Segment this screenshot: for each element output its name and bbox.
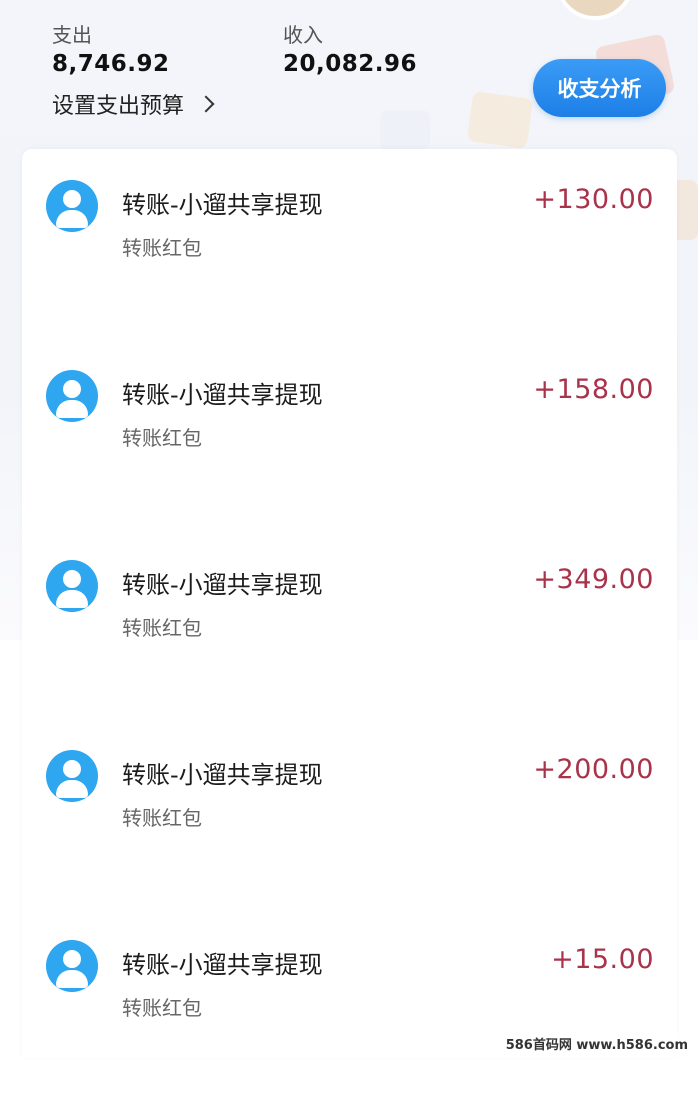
- transaction-title: 转账-小遛共享提现: [122, 191, 323, 219]
- transaction-title: 转账-小遛共享提现: [122, 951, 323, 979]
- transaction-amount: +200.00: [533, 754, 654, 785]
- user-avatar-icon: [46, 750, 98, 802]
- transaction-amount: +15.00: [551, 944, 654, 975]
- transaction-row[interactable]: 转账-小遛共享提现 转账红包 +15.00: [22, 909, 677, 1099]
- transaction-row[interactable]: 转账-小遛共享提现 转账红包 +130.00: [22, 149, 677, 339]
- income-expense-analysis-button[interactable]: 收支分析: [533, 59, 666, 117]
- transaction-amount: +158.00: [533, 374, 654, 405]
- user-avatar-icon: [46, 940, 98, 992]
- set-budget-label: 设置支出预算: [52, 94, 185, 119]
- income-value: 20,082.96: [283, 51, 417, 77]
- expense-label: 支出: [52, 23, 92, 47]
- transaction-amount: +130.00: [533, 184, 654, 215]
- transaction-row[interactable]: 转账-小遛共享提现 转账红包 +158.00: [22, 339, 677, 529]
- decorative-shape: [380, 110, 430, 150]
- expense-value: 8,746.92: [52, 51, 170, 77]
- user-avatar-icon: [46, 180, 98, 232]
- watermark: 586首码网 www.h586.com: [501, 1033, 692, 1054]
- transaction-subtitle: 转账红包: [122, 616, 202, 640]
- transaction-subtitle: 转账红包: [122, 806, 202, 830]
- user-avatar-icon: [46, 370, 98, 422]
- set-budget-link[interactable]: 设置支出预算: [52, 88, 215, 120]
- transaction-subtitle: 转账红包: [122, 426, 202, 450]
- transaction-amount: +349.00: [533, 564, 654, 595]
- transaction-list: 转账-小遛共享提现 转账红包 +130.00 转账-小遛共享提现 转账红包 +1…: [22, 149, 677, 1058]
- transaction-title: 转账-小遛共享提现: [122, 381, 323, 409]
- transaction-title: 转账-小遛共享提现: [122, 761, 323, 789]
- chevron-right-icon: [197, 95, 215, 113]
- user-avatar-icon: [46, 560, 98, 612]
- transaction-subtitle: 转账红包: [122, 996, 202, 1020]
- transaction-row[interactable]: 转账-小遛共享提现 转账红包 +200.00: [22, 719, 677, 909]
- transaction-row[interactable]: 转账-小遛共享提现 转账红包 +349.00: [22, 529, 677, 719]
- transaction-title: 转账-小遛共享提现: [122, 571, 323, 599]
- decorative-shape: [466, 91, 534, 149]
- transaction-subtitle: 转账红包: [122, 236, 202, 260]
- income-label: 收入: [283, 23, 323, 47]
- profile-avatar[interactable]: [555, 0, 635, 20]
